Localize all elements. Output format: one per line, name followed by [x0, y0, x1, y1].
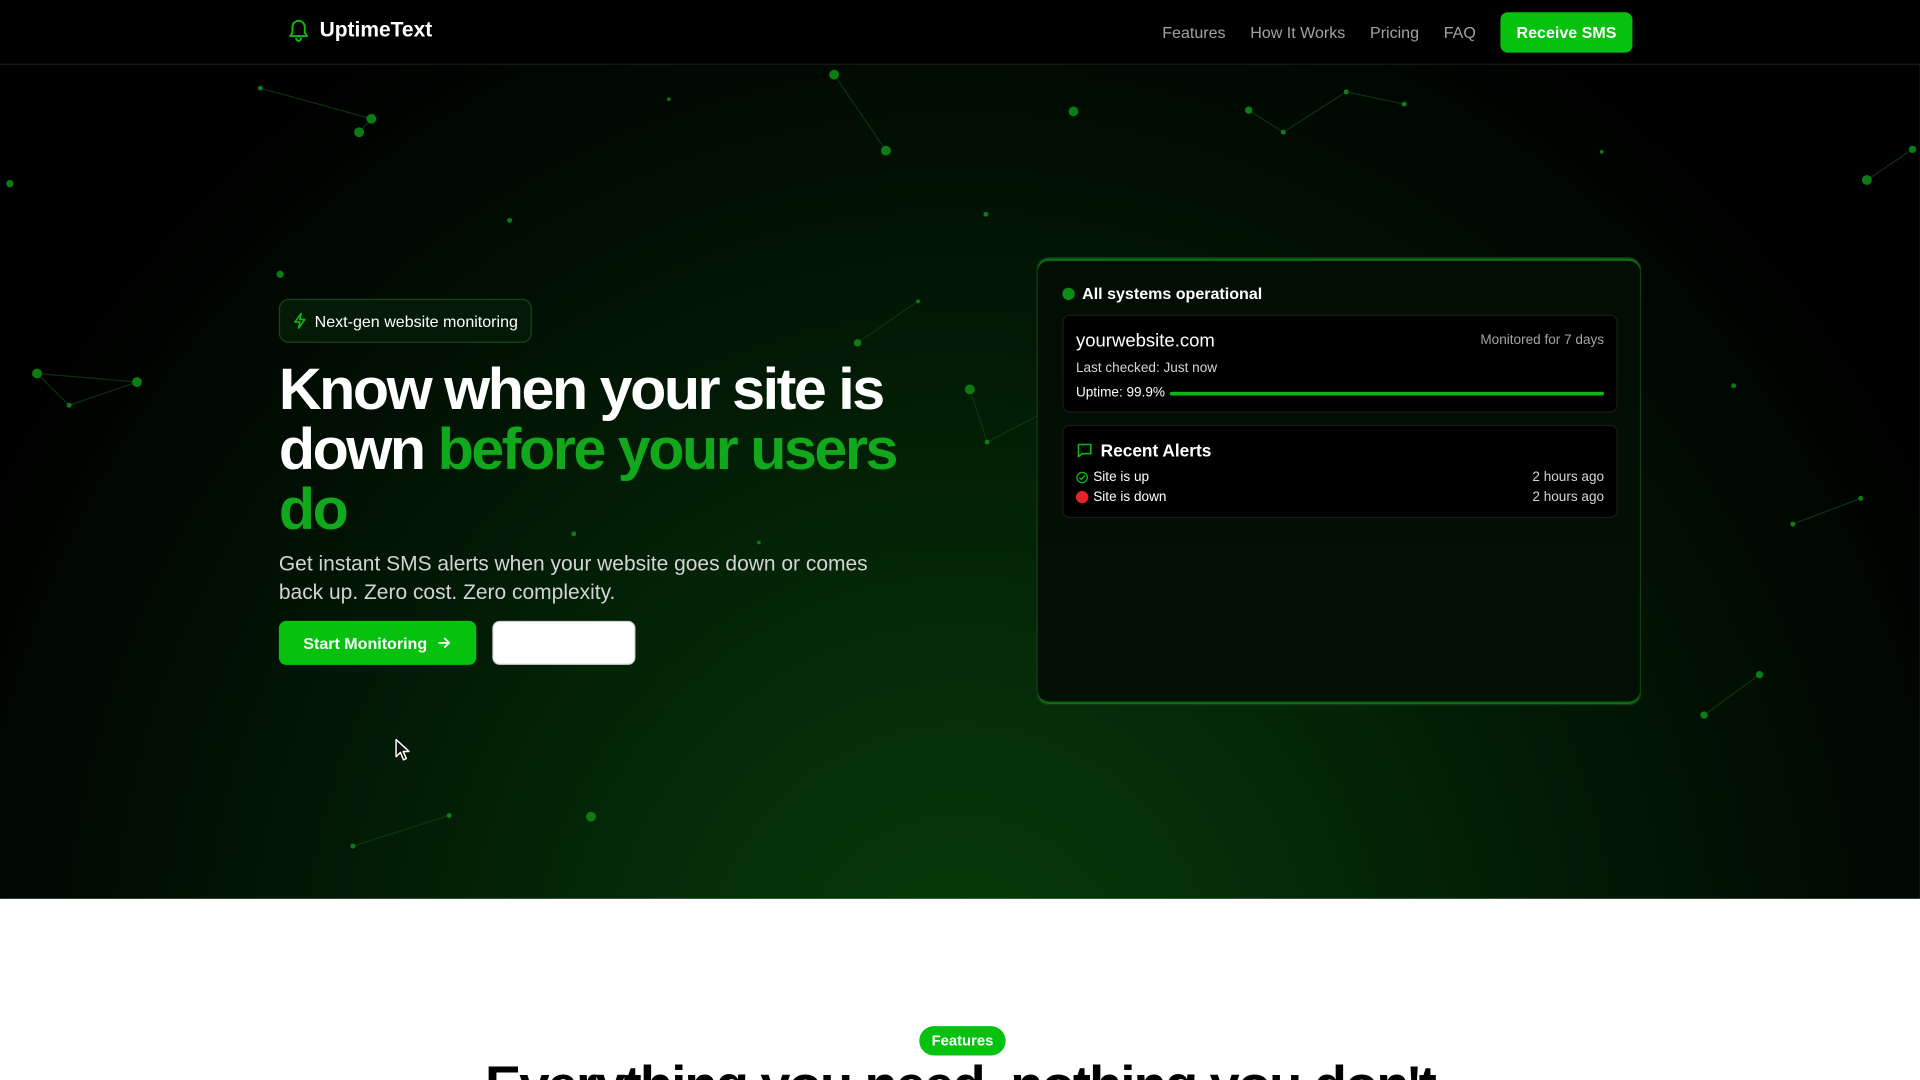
recent-alerts-card: Recent Alerts Site is up 2 hours ago Sit…	[1062, 424, 1618, 518]
down-status-icon	[1075, 491, 1089, 504]
features-heading: Everything you need, nothing you don't	[0, 1056, 1920, 1080]
nav-link-how-it-works[interactable]: How It Works	[1250, 23, 1345, 41]
alert-text: Site is down	[1093, 489, 1167, 505]
secondary-button[interactable]	[492, 620, 636, 665]
brand-name: UptimeText	[319, 18, 433, 42]
brand-logo[interactable]: UptimeText	[287, 18, 432, 42]
hero-badge: Next-gen website monitoring	[278, 298, 532, 343]
receive-sms-button[interactable]: Receive SMS	[1500, 12, 1633, 53]
hero-headline: Know when your site is down before your …	[279, 360, 945, 540]
top-navigation: UptimeText Features How It Works Pricing…	[0, 0, 1920, 65]
recent-alerts-header: Recent Alerts	[1076, 440, 1212, 461]
arrow-right-icon	[438, 637, 451, 649]
lightning-icon	[294, 312, 306, 329]
site-name: yourwebsite.com	[1075, 330, 1215, 352]
page: Next-gen website monitoring Know when yo…	[0, 0, 1920, 1080]
site-card: yourwebsite.com Monitored for 7 days Las…	[1062, 314, 1618, 413]
nav-link-features[interactable]: Features	[1162, 23, 1225, 41]
uptime-bar-fill	[1169, 391, 1604, 396]
bell-icon	[289, 19, 308, 42]
last-checked: Last checked: Just now	[1075, 361, 1218, 376]
message-icon	[1077, 443, 1092, 458]
features-pill: Features	[919, 1026, 1006, 1056]
alert-time: 2 hours ago	[1532, 470, 1605, 485]
nav-link-pricing[interactable]: Pricing	[1370, 23, 1419, 41]
check-circle-icon	[1076, 471, 1088, 484]
start-monitoring-button[interactable]: Start Monitoring	[278, 620, 477, 665]
hero-section: Next-gen website monitoring Know when yo…	[0, 0, 1920, 899]
alert-row: Site is down 2 hours ago	[1075, 489, 1605, 505]
hero-subtitle: Get instant SMS alerts when your website…	[278, 552, 868, 604]
system-status: All systems operational	[1062, 284, 1262, 302]
nav-link-faq[interactable]: FAQ	[1444, 23, 1476, 41]
hero-badge-label: Next-gen website monitoring	[314, 311, 518, 331]
nav-links: Features How It Works Pricing FAQ Receiv…	[1162, 12, 1633, 53]
status-panel: All systems operational yourwebsite.com …	[1036, 257, 1642, 706]
start-monitoring-label: Start Monitoring	[303, 633, 428, 653]
uptime-label: Uptime: 99.9%	[1075, 385, 1165, 401]
system-status-label: All systems operational	[1082, 284, 1263, 303]
status-dot-icon	[1062, 287, 1075, 300]
mouse-cursor-icon	[395, 738, 410, 761]
alert-row: Site is up 2 hours ago	[1076, 470, 1604, 485]
alert-text: Site is up	[1093, 470, 1150, 485]
uptime-bar	[1169, 391, 1605, 396]
alert-time: 2 hours ago	[1532, 489, 1605, 505]
recent-alerts-title: Recent Alerts	[1100, 440, 1212, 461]
monitored-duration: Monitored for 7 days	[1480, 333, 1605, 348]
